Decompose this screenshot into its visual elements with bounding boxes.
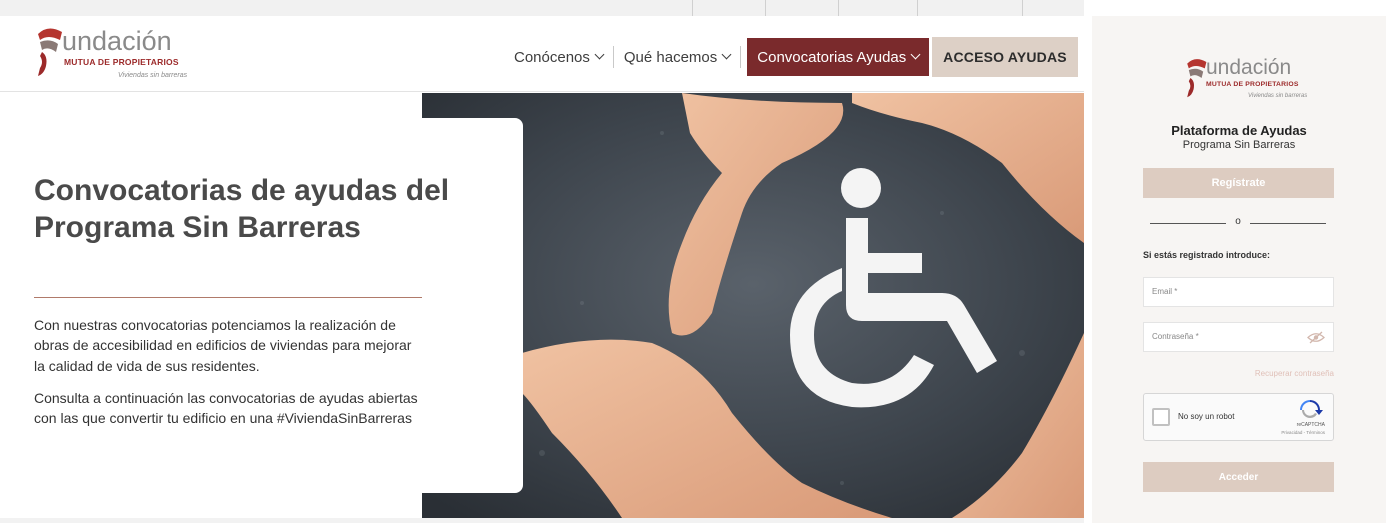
hero: Convocatorias de ayudas del Programa Sin…: [0, 93, 1084, 518]
hero-divider: [34, 297, 422, 298]
logo-tagline: Viviendas sin barreras: [1248, 93, 1308, 99]
chevron-down-icon: [910, 49, 921, 59]
strip-separator: [692, 0, 693, 16]
recaptcha-widget: No soy un robot reCAPTCHA Privacidad - T…: [1143, 393, 1334, 441]
logo-subtitle: MUTUA DE PROPIETARIOS: [1206, 81, 1299, 88]
nav-label: Convocatorias Ayudas: [757, 48, 907, 66]
acceso-ayudas-button[interactable]: ACCESO AYUDAS: [932, 37, 1078, 77]
bottom-divider: [0, 518, 1084, 523]
logo-wordmark: undación: [1206, 56, 1292, 79]
nav-item-que-hacemos[interactable]: Qué hacemos: [614, 38, 740, 76]
logo-tagline: Viviendas sin barreras: [118, 72, 188, 79]
email-field[interactable]: Email *: [1143, 277, 1334, 307]
nav-item-conocenos[interactable]: Conócenos: [504, 38, 613, 76]
recover-password-link[interactable]: Recuperar contraseña: [1255, 369, 1334, 378]
logo-wordmark: undación: [62, 26, 172, 56]
top-strip: [0, 0, 1084, 16]
chevron-down-icon: [721, 49, 732, 59]
divider-line: [1250, 223, 1326, 224]
strip-separator: [917, 0, 918, 16]
screen: undación MUTUA DE PROPIETARIOS Viviendas…: [0, 0, 1394, 523]
hero-paragraph: Consulta a continuación las convocatoria…: [34, 390, 418, 427]
eye-hidden-icon[interactable]: [1307, 331, 1325, 344]
or-divider: o: [1150, 216, 1326, 230]
password-field[interactable]: Contraseña *: [1143, 322, 1334, 352]
captcha-label: No soy un robot: [1178, 412, 1235, 421]
login-panel: undación MUTUA DE PROPIETARIOS Viviendas…: [1092, 16, 1386, 523]
captcha-terms[interactable]: Privacidad - Términos: [1281, 430, 1325, 435]
nav-label: Conócenos: [514, 48, 590, 66]
divider-line: [1150, 223, 1226, 224]
email-placeholder: Email *: [1152, 287, 1178, 296]
register-button[interactable]: Regístrate: [1143, 168, 1334, 198]
panel-title: Plataforma de Ayudas: [1171, 123, 1307, 138]
captcha-brand: reCAPTCHA: [1296, 422, 1325, 428]
panel-subtitle: Programa Sin Barreras: [1182, 139, 1296, 151]
site-header: undación MUTUA DE PROPIETARIOS Viviendas…: [0, 16, 1084, 92]
nav-divider: [740, 46, 742, 68]
website: undación MUTUA DE PROPIETARIOS Viviendas…: [0, 0, 1084, 523]
hero-title: Convocatorias de ayudas del Programa Sin…: [34, 174, 450, 244]
strip-separator: [765, 0, 766, 16]
site-logo[interactable]: undación MUTUA DE PROPIETARIOS Viviendas…: [34, 26, 188, 86]
login-button[interactable]: Acceder: [1143, 462, 1334, 492]
nav-item-convocatorias[interactable]: Convocatorias Ayudas: [747, 38, 930, 76]
login-intro: Si estás registrado introduce:: [1143, 250, 1271, 260]
main-nav: Conócenos Qué hacemos Convocatorias Ayud…: [504, 38, 930, 76]
strip-separator: [1022, 0, 1023, 16]
hero-paragraph: Con nuestras convocatorias potenciamos l…: [34, 317, 412, 374]
foundation-logo-icon: [38, 28, 62, 76]
foundation-logo-icon: [1187, 59, 1207, 98]
chevron-down-icon: [594, 49, 605, 59]
logo-subtitle: MUTUA DE PROPIETARIOS: [64, 57, 179, 67]
captcha-checkbox[interactable]: [1152, 408, 1170, 426]
recaptcha-icon: [1300, 400, 1323, 419]
panel-logo: undación MUTUA DE PROPIETARIOS Viviendas…: [1184, 56, 1308, 108]
password-placeholder: Contraseña *: [1152, 332, 1199, 341]
strip-separator: [838, 0, 839, 16]
or-label: o: [1235, 216, 1241, 227]
nav-label: Qué hacemos: [623, 48, 718, 66]
